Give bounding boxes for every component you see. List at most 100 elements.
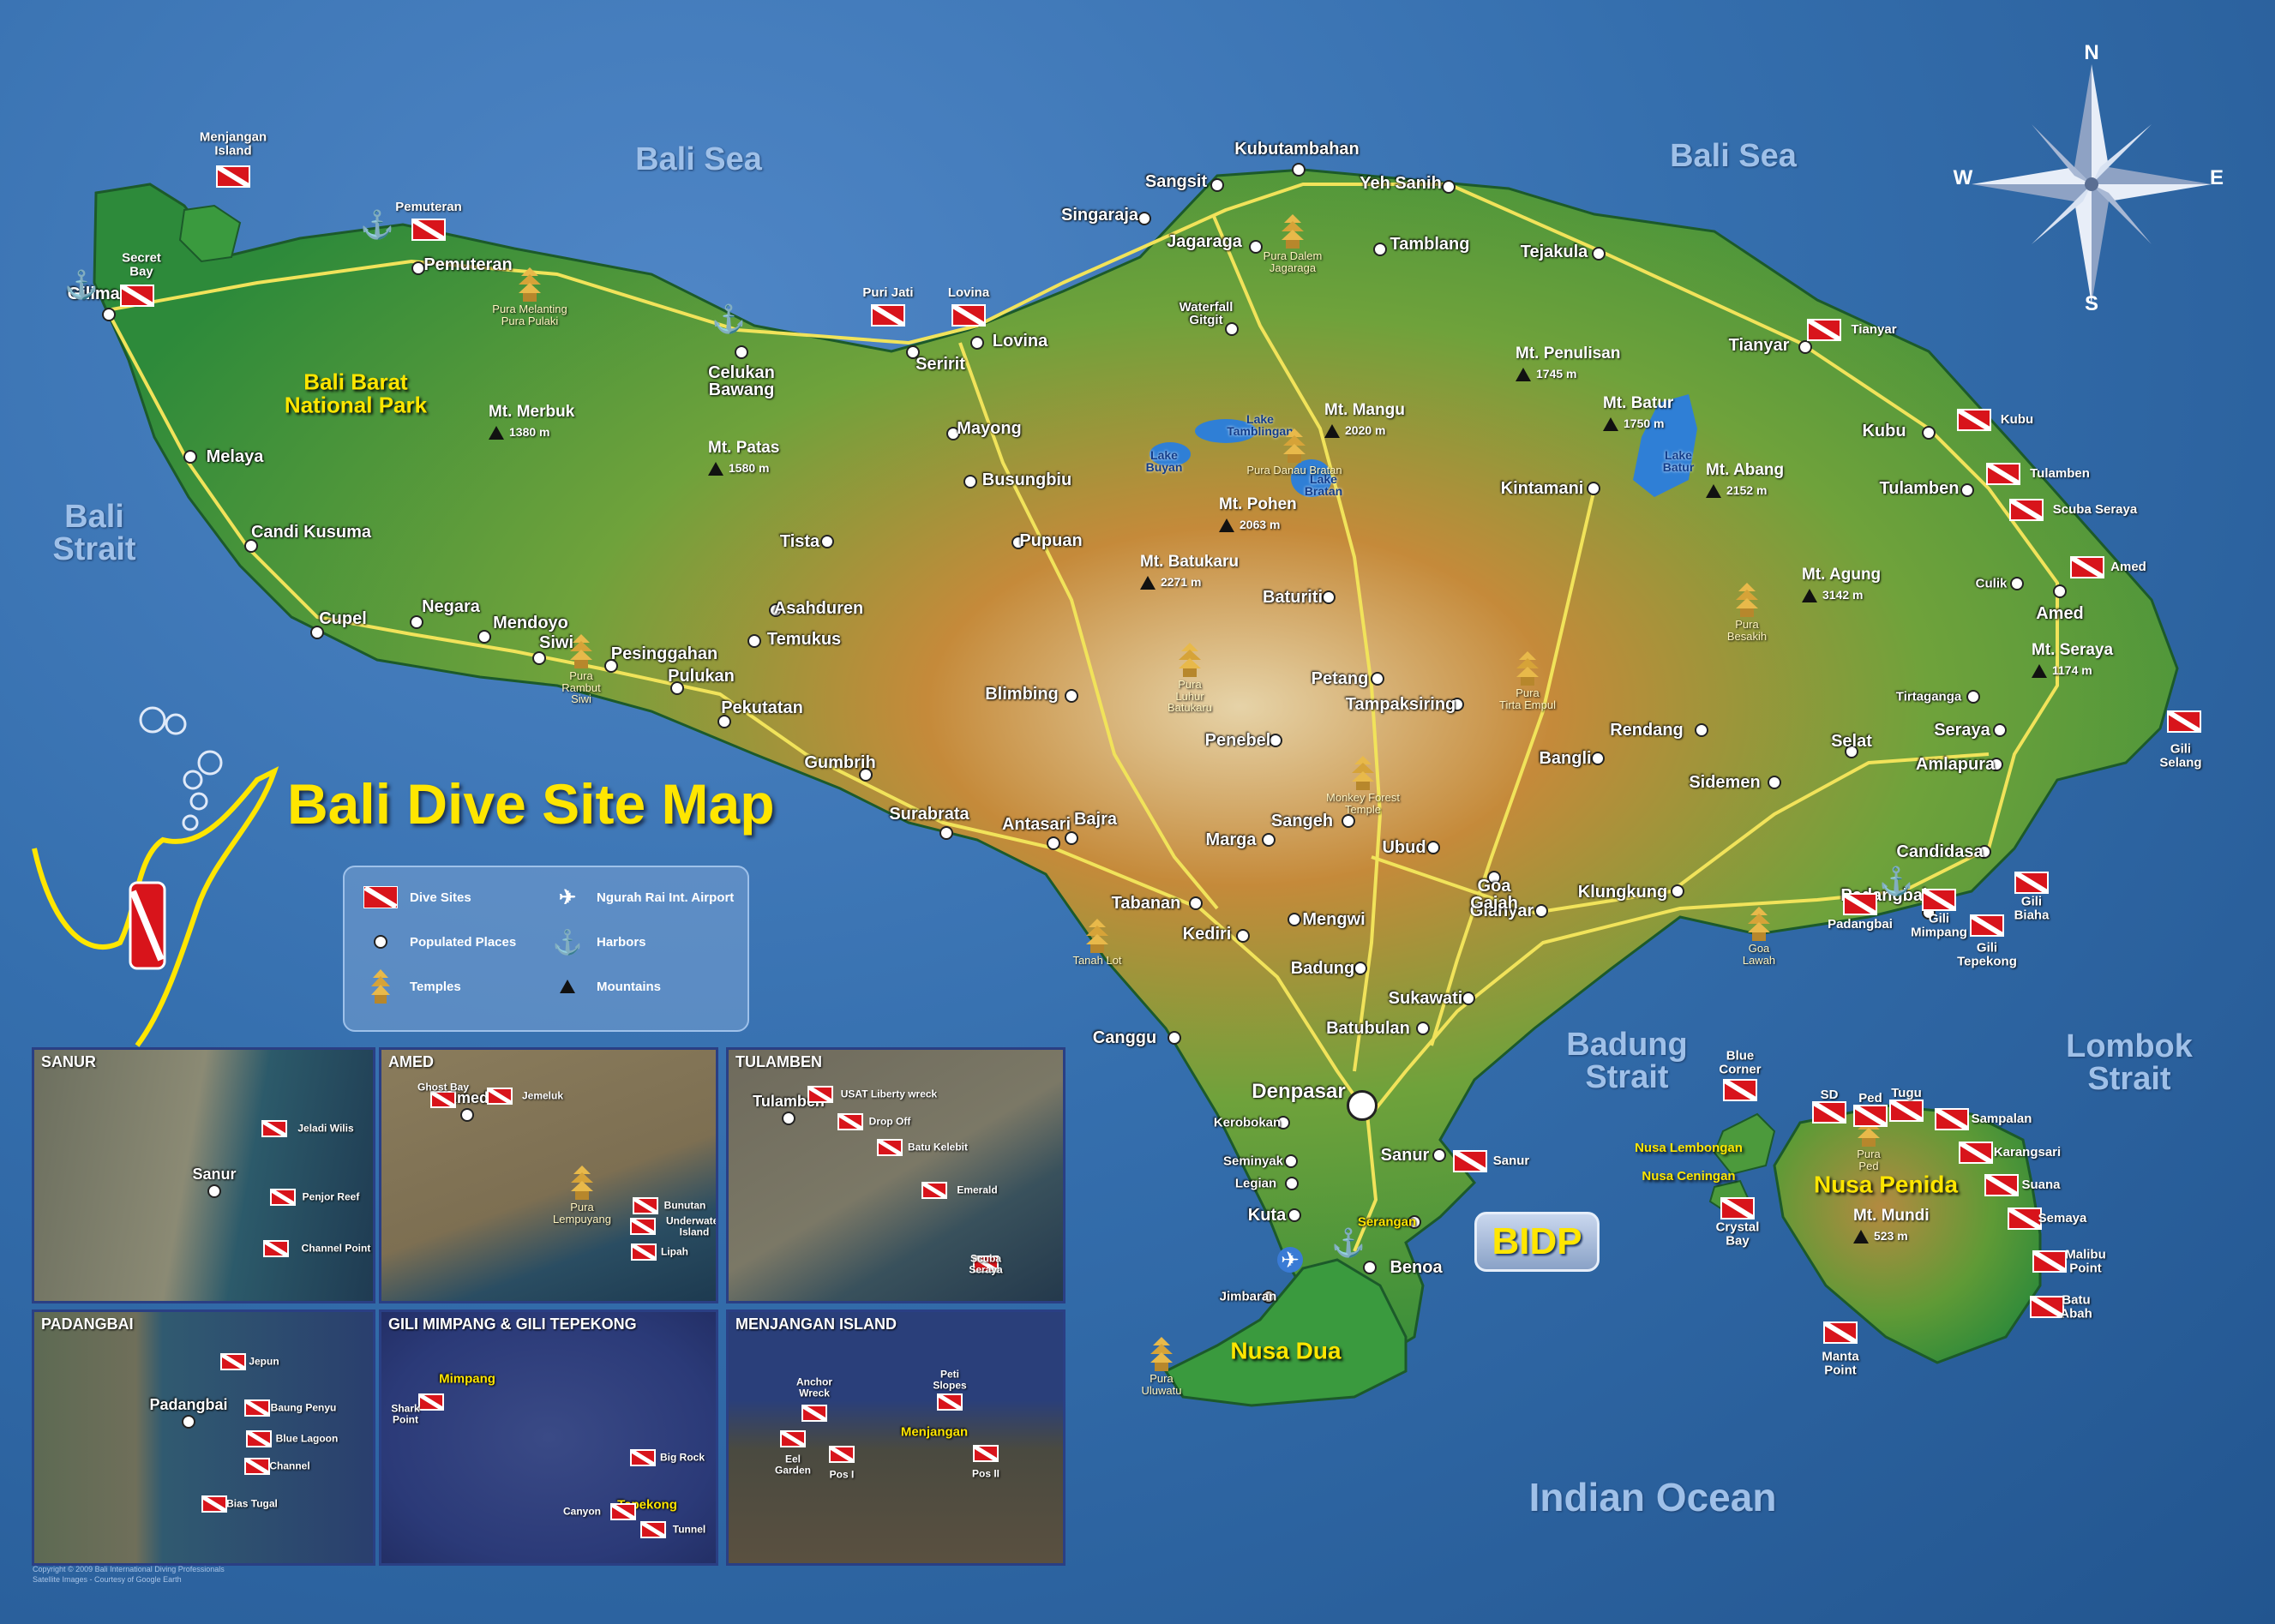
inset-dive-label-jeladi-wilis: Jeladi Wilis: [297, 1122, 354, 1135]
place-label-waterfall-gitgit: Waterfall Gitgit: [1179, 300, 1234, 327]
inset-dive-label-peti-slopes: Peti Slopes: [933, 1368, 967, 1391]
dive-flag-icon: [120, 285, 154, 307]
compass-east: E: [2209, 166, 2224, 189]
temple-icon: [519, 267, 541, 302]
inset-dive-label-anchor-wreck: Anchor Wreck: [796, 1375, 832, 1399]
temple-icon: [1179, 643, 1201, 677]
place-dot-gilimanuk: [102, 308, 116, 321]
dive-flag-icon: [871, 304, 905, 327]
dive-flag-icon: [630, 1449, 656, 1466]
place-label-petang: Petang: [1311, 669, 1369, 688]
inset-dive-label-jepun: Jepun: [249, 1355, 279, 1368]
temple-label-pura-dalem-jagaraga: Pura Dalem Jagaraga: [1263, 249, 1323, 274]
dive-site-label-pemuteran: Pemuteran: [395, 200, 462, 215]
dive-site-label-ped: Ped: [1858, 1091, 1882, 1106]
place-dot-amed: [460, 1108, 474, 1122]
dive-flag-icon: [487, 1088, 513, 1105]
place-label-seminyak: Seminyak: [1222, 1154, 1284, 1169]
dive-site-label-secret-bay: Secret Bay: [122, 250, 161, 279]
place-dot-negara: [410, 615, 423, 629]
place-label-ubud: Ubud: [1382, 838, 1426, 857]
dive-flag-icon: [216, 165, 250, 188]
dive-site-label-batu-abah: Batu Abah: [2060, 1292, 2092, 1321]
inset-place-padangbai: Padangbai: [149, 1396, 228, 1413]
temple-icon: [1086, 919, 1108, 953]
place-dot-batubulan: [1416, 1022, 1430, 1035]
mountain-elevation-row: 1580 m: [708, 461, 769, 476]
place-label-jimbaran: Jimbaran: [1219, 1289, 1277, 1304]
dive-flag-icon: [2008, 1208, 2042, 1230]
place-label-tista: Tista: [779, 532, 820, 551]
place-label-siwi: Siwi: [538, 633, 574, 652]
dive-site-label-amed: Amed: [2110, 560, 2146, 575]
inset-dive-label-channel: Channel: [269, 1459, 310, 1472]
place-label-batubulan: Batubulan: [1326, 1019, 1410, 1038]
mountain-elevation-row: 1174 m: [2032, 663, 2092, 679]
place-label-blimbing: Blimbing: [985, 685, 1059, 704]
temple-label-pura-tirta-empul: Pura Tirta Empul: [1499, 686, 1556, 711]
mountain-name: Mt. Pohen: [1219, 495, 1297, 513]
mountain-name: Mt. Mundi: [1853, 1207, 1930, 1225]
place-label-seraya: Seraya: [1934, 721, 1990, 740]
airport-icon: ✈: [1277, 1247, 1303, 1273]
temple-label-tanah-lot: Tanah Lot: [1072, 954, 1122, 967]
inset-title: TULAMBEN: [735, 1053, 822, 1070]
place-label-mendoyo: Mendoyo: [493, 614, 568, 632]
mountain-mt-penulisan: Mt. Penulisan 1745 m: [1516, 345, 1620, 383]
place-dot-tulamben: [782, 1112, 795, 1125]
mountain-name: Mt. Penulisan: [1516, 345, 1621, 363]
inset-title: GILI MIMPANG & GILI TEPEKONG: [388, 1315, 637, 1333]
dive-site-label-blue-corner: Blue Corner: [1719, 1048, 1762, 1076]
inset-title: PADANGBAI: [41, 1315, 134, 1333]
dive-site-label-semaya: Semaya: [2038, 1211, 2087, 1226]
place-label-culik: Culik: [1975, 576, 2008, 591]
inset-dive-label-pos-ii: Pos II: [971, 1467, 1000, 1480]
place-dot-kediri: [1236, 929, 1250, 943]
dive-site-label-karangsari: Karangsari: [1993, 1145, 2062, 1160]
place-dot-padangbai: [182, 1415, 195, 1429]
place-dot-benoa: [1363, 1261, 1377, 1274]
legend-airport: ✈ Ngurah Rai Int. Airport: [550, 886, 734, 909]
dive-flag-icon: [877, 1139, 903, 1156]
inset-title: AMED: [388, 1053, 434, 1070]
place-label-selat: Selat: [1831, 732, 1872, 751]
map-legend: Dive Sites Populated Places Temples ✈ Ng…: [343, 866, 749, 1032]
inset-place-sanur: Sanur: [192, 1166, 237, 1183]
place-dot-culik: [2010, 577, 2024, 590]
place-label-busungbiu: Busungbiu: [981, 470, 1072, 489]
dive-site-label-menjangan-island: Menjangan Island: [199, 129, 267, 158]
place-label-benoa: Benoa: [1390, 1258, 1443, 1277]
place-dot-tabanan: [1189, 896, 1203, 910]
dive-flag-icon: [1453, 1150, 1487, 1172]
place-label-pulukan: Pulukan: [668, 667, 735, 686]
region-nusa-dua: Nusa Dua: [1230, 1337, 1342, 1364]
place-dot-kubu: [1922, 426, 1936, 440]
place-label-candidasa: Candidasa: [1896, 842, 1984, 861]
dive-flag-icon: [261, 1120, 287, 1137]
anchor-icon: ⚓: [1331, 1227, 1366, 1258]
mountain-name: Mt. Agung: [1802, 566, 1882, 584]
place-dot-bangli: [1591, 752, 1605, 765]
inset-dive-label-emerald: Emerald: [957, 1184, 998, 1196]
legend-populated: Populated Places: [363, 931, 516, 953]
dive-flag-icon: [921, 1182, 947, 1199]
temple-icon: [1736, 583, 1758, 617]
place-dot-mendoyo: [477, 630, 491, 644]
dive-flag-icon: [244, 1399, 270, 1417]
mountain-mt-mangu: Mt. Mangu 2020 m: [1324, 401, 1405, 440]
mountain-elevation-row: 1380 m: [489, 425, 549, 440]
inset-dive-label-blue-lagoon: Blue Lagoon: [275, 1432, 339, 1445]
place-dot-tejakula: [1592, 247, 1606, 261]
temple-label-pura-danau-bratan: Pura Danau Bratan: [1246, 464, 1342, 476]
temple-label-goa-lawah: Goa Lawah: [1742, 942, 1776, 967]
temple-icon: [1150, 1337, 1173, 1371]
temple-icon: [1282, 214, 1304, 249]
place-label-kubutambahan: Kubutambahan: [1234, 140, 1360, 159]
mountain-name: Mt. Merbuk: [489, 403, 575, 421]
mountain-elevation-row: 2063 m: [1219, 518, 1280, 533]
dive-flag-icon: [801, 1405, 827, 1422]
place-label-amlapura: Amlapura: [1915, 755, 1996, 774]
dive-flag-icon: [1723, 1079, 1757, 1101]
place-label-badung: Badung: [1290, 959, 1355, 978]
dive-flag-icon: [430, 1091, 456, 1108]
